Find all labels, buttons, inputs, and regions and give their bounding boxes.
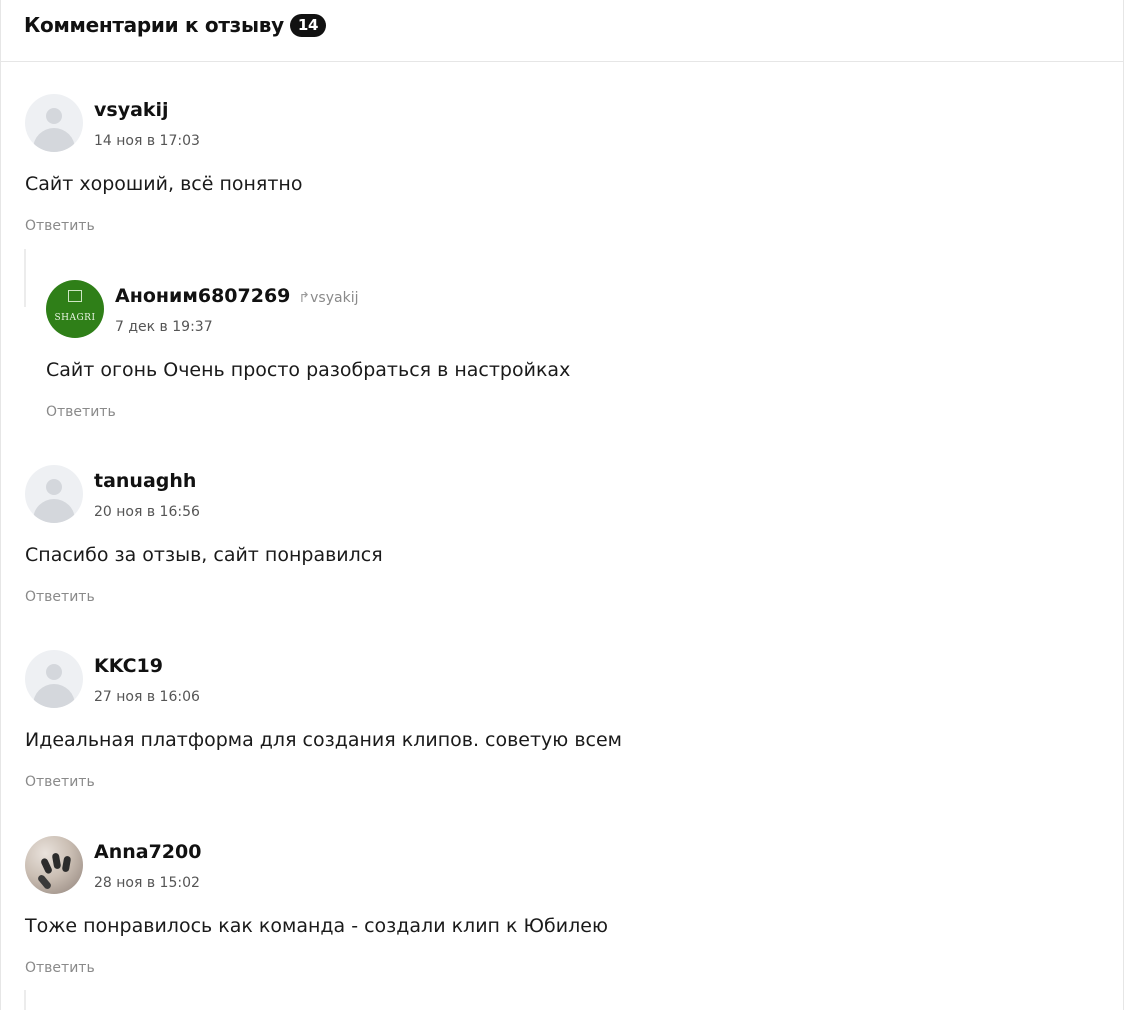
comment-author[interactable]: KKC19	[94, 655, 163, 677]
comment-date: 14 ноя в 17:03	[94, 133, 200, 149]
reply-button[interactable]: Ответить	[25, 960, 95, 976]
avatar-brand-text: SHAGRI	[54, 313, 96, 323]
comment-reply-item: SHAGRI Аноним6807269 ↱vsyakij 7 дек в 19:…	[46, 280, 1106, 430]
comment-author-name[interactable]: Аноним6807269	[115, 285, 290, 307]
comment-text: Идеальная платформа для создания клипов.…	[25, 729, 622, 751]
comments-title: Комментарии к отзыву 14	[24, 13, 327, 37]
default-user-icon[interactable]	[25, 94, 83, 152]
reply-button[interactable]: Ответить	[25, 218, 95, 234]
reply-arrow-icon: ↱	[298, 290, 311, 306]
thread-line-bottom	[24, 990, 26, 1010]
comment-author[interactable]: tanuaghh	[94, 470, 196, 492]
comment-item: Anna7200 28 ноя в 15:02 Тоже понравилось…	[25, 836, 1105, 986]
default-user-icon[interactable]	[25, 465, 83, 523]
comment-text: Спасибо за отзыв, сайт понравился	[25, 544, 383, 566]
reply-button[interactable]: Ответить	[25, 774, 95, 790]
reply-button[interactable]: Ответить	[46, 404, 116, 420]
comment-author[interactable]: Anna7200	[94, 841, 201, 863]
comment-date: 7 дек в 19:37	[115, 319, 213, 335]
comment-item: KKC19 27 ноя в 16:06 Идеальная платформа…	[25, 650, 1105, 800]
shagri-logo-icon[interactable]: SHAGRI	[46, 280, 104, 338]
reply-thread-line	[24, 249, 26, 307]
comment-item: vsyakij 14 ноя в 17:03 Сайт хороший, всё…	[25, 94, 1105, 244]
default-user-icon[interactable]	[25, 650, 83, 708]
comment-author[interactable]: vsyakij	[94, 99, 169, 121]
comment-author: Аноним6807269 ↱vsyakij	[115, 285, 358, 307]
comment-date: 27 ноя в 16:06	[94, 689, 200, 705]
reply-button[interactable]: Ответить	[25, 589, 95, 605]
comments-header: Комментарии к отзыву 14	[1, 0, 1123, 62]
comment-date: 20 ноя в 16:56	[94, 504, 200, 520]
reply-to-user: vsyakij	[310, 290, 359, 306]
reply-to[interactable]: ↱vsyakij	[298, 290, 358, 306]
comments-panel: Комментарии к отзыву 14 vsyakij 14 ноя в …	[0, 0, 1124, 1010]
comment-item: tanuaghh 20 ноя в 16:56 Спасибо за отзыв…	[25, 465, 1105, 615]
comment-text: Тоже понравилось как команда - создали к…	[25, 915, 608, 937]
comment-text: Сайт огонь Очень просто разобраться в на…	[46, 359, 571, 381]
comments-title-text: Комментарии к отзыву	[24, 13, 284, 37]
comments-count-badge: 14	[289, 14, 327, 37]
comment-text: Сайт хороший, всё понятно	[25, 173, 303, 195]
photo-avatar-icon[interactable]	[25, 836, 83, 894]
comment-date: 28 ноя в 15:02	[94, 875, 200, 891]
